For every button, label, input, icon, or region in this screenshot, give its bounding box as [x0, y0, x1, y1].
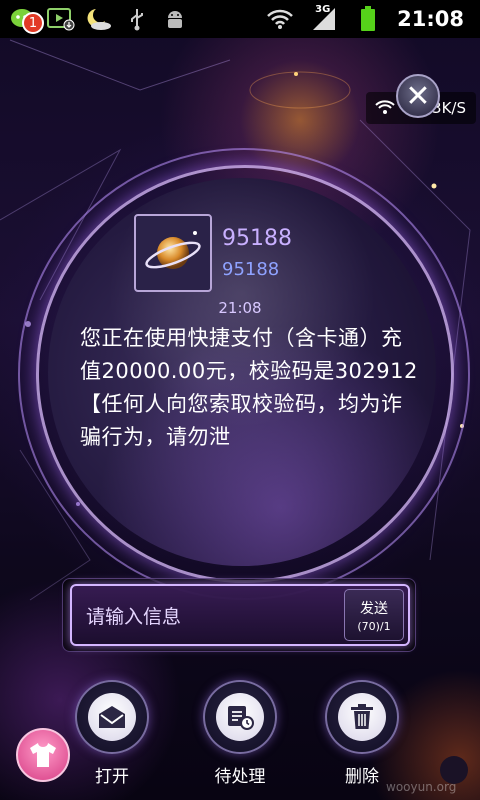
planet-icon	[145, 231, 201, 269]
wifi-icon	[265, 4, 295, 34]
trash-icon	[351, 704, 373, 729]
pending-button[interactable]	[203, 680, 277, 754]
sender-avatar[interactable]	[134, 214, 212, 292]
open-action[interactable]: 打开	[72, 680, 152, 787]
pending-action[interactable]: 待处理	[200, 680, 280, 787]
sender-name: 95188	[222, 226, 292, 251]
network-type: 3G	[315, 4, 331, 15]
envelope-icon	[99, 706, 125, 728]
delete-button[interactable]	[325, 680, 399, 754]
battery-icon	[353, 4, 383, 34]
pending-clock-icon	[228, 706, 254, 730]
status-time: 21:08	[397, 7, 464, 31]
send-button[interactable]: 发送 (70)/1	[344, 589, 404, 641]
notification-badge: 1	[22, 12, 44, 34]
message-input-placeholder: 请输入信息	[86, 606, 182, 628]
theme-button[interactable]	[16, 728, 70, 782]
watermark: wooyun.org	[386, 780, 457, 794]
message-body: 您正在使用快捷支付（含卡通）充值20000.00元，校验码是302912【任何人…	[80, 326, 418, 449]
pending-label: 待处理	[214, 767, 266, 787]
tshirt-icon	[30, 743, 56, 767]
delete-action[interactable]: 删除	[322, 680, 402, 787]
wifi-icon	[374, 98, 396, 120]
download-video-icon	[46, 4, 76, 34]
char-count: (70)/1	[357, 619, 391, 633]
chat-app-icon: 1	[8, 4, 44, 34]
usb-icon	[122, 4, 152, 34]
weather-night-icon	[84, 4, 114, 34]
close-popup-button[interactable]: ✕	[396, 74, 440, 118]
close-icon: ✕	[405, 78, 431, 114]
send-label: 发送	[360, 600, 388, 617]
open-label: 打开	[95, 767, 129, 787]
android-debug-icon	[160, 4, 190, 34]
status-bar: 1 3G 21:08	[0, 0, 480, 38]
signal-icon: 3G	[309, 4, 339, 34]
open-button[interactable]	[75, 680, 149, 754]
message-time: 21:08	[218, 299, 262, 317]
sender-number: 95188	[222, 259, 280, 280]
